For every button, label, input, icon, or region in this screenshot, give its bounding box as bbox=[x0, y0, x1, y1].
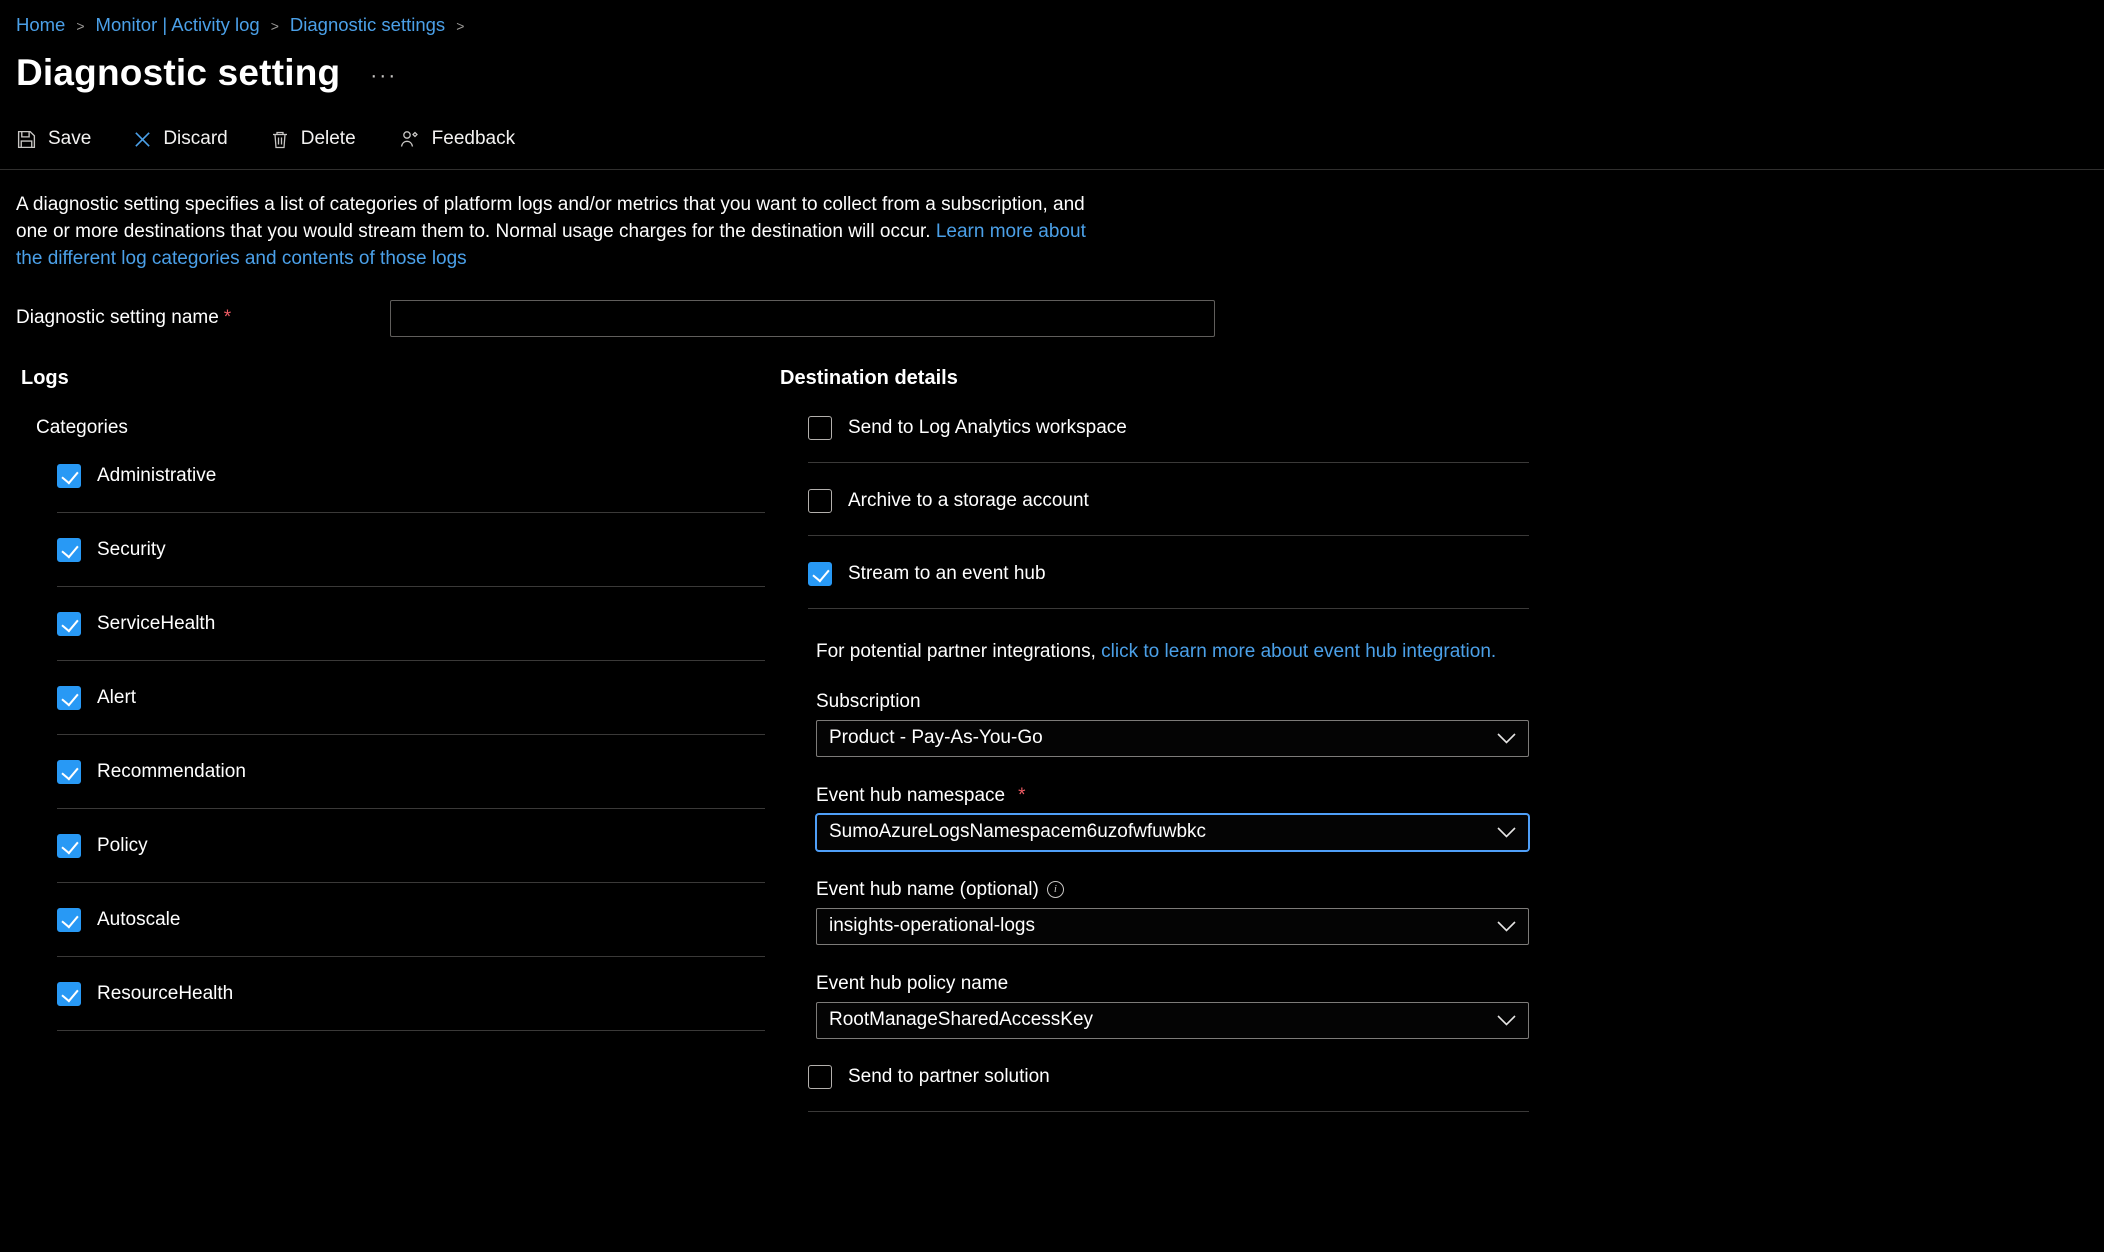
event-hub-namespace-dropdown[interactable]: SumoAzureLogsNamespacem6uzofwfuwbkc bbox=[816, 814, 1529, 851]
checkbox-log-analytics[interactable] bbox=[808, 416, 832, 440]
event-hub-policy-label: Event hub policy name bbox=[816, 973, 1008, 995]
category-label: Administrative bbox=[97, 465, 216, 487]
destination-section: Destination details Send to Log Analytic… bbox=[780, 367, 1570, 1112]
category-row: Administrative bbox=[57, 439, 765, 513]
command-bar: Save Discard Delete Feedback bbox=[16, 128, 2088, 169]
checkbox-partner-solution[interactable] bbox=[808, 1065, 832, 1089]
subscription-label: Subscription bbox=[816, 691, 921, 713]
event-hub-name-value: insights-operational-logs bbox=[829, 915, 1035, 937]
save-label: Save bbox=[48, 128, 91, 150]
category-row: Recommendation bbox=[57, 735, 765, 809]
required-asterisk: * bbox=[1018, 785, 1025, 807]
feedback-button[interactable]: Feedback bbox=[398, 128, 515, 150]
discard-label: Discard bbox=[163, 128, 227, 150]
diagnostic-setting-page: Home > Monitor | Activity log > Diagnost… bbox=[0, 0, 2104, 1112]
breadcrumb-monitor-activity-log[interactable]: Monitor | Activity log bbox=[96, 14, 260, 36]
diagnostic-setting-name-input[interactable] bbox=[390, 300, 1215, 337]
subscription-field: Subscription Product - Pay-As-You-Go bbox=[816, 691, 1529, 757]
category-checkbox-alert[interactable] bbox=[57, 686, 81, 710]
category-row: ResourceHealth bbox=[57, 957, 765, 1031]
trash-icon bbox=[270, 129, 290, 150]
category-label: Security bbox=[97, 539, 166, 561]
destination-option-label: Archive to a storage account bbox=[848, 490, 1089, 512]
breadcrumb: Home > Monitor | Activity log > Diagnost… bbox=[16, 14, 2088, 36]
destination-option-label: Stream to an event hub bbox=[848, 563, 1046, 585]
logs-section: Logs Categories Administrative Security … bbox=[16, 367, 780, 1112]
diagnostic-setting-name-row: Diagnostic setting name* bbox=[16, 300, 2088, 337]
main-columns: Logs Categories Administrative Security … bbox=[16, 367, 2088, 1112]
checkbox-event-hub[interactable] bbox=[808, 562, 832, 586]
category-checkbox-resourcehealth[interactable] bbox=[57, 982, 81, 1006]
event-hub-policy-dropdown[interactable]: RootManageSharedAccessKey bbox=[816, 1002, 1529, 1039]
breadcrumb-separator-icon: > bbox=[76, 18, 84, 34]
category-label: Autoscale bbox=[97, 909, 180, 931]
category-label: Policy bbox=[97, 835, 148, 857]
delete-button[interactable]: Delete bbox=[270, 128, 356, 150]
intro-text: A diagnostic setting specifies a list of… bbox=[16, 192, 1088, 273]
partner-integration-text: For potential partner integrations, clic… bbox=[816, 641, 1529, 663]
category-checkbox-administrative[interactable] bbox=[57, 464, 81, 488]
subscription-value: Product - Pay-As-You-Go bbox=[829, 727, 1043, 749]
info-icon[interactable]: i bbox=[1047, 881, 1064, 898]
event-hub-panel: For potential partner integrations, clic… bbox=[816, 641, 1529, 1039]
destination-option-row: Send to Log Analytics workspace bbox=[808, 416, 1529, 463]
discard-button[interactable]: Discard bbox=[133, 128, 227, 150]
required-asterisk: * bbox=[224, 307, 231, 328]
category-checkbox-autoscale[interactable] bbox=[57, 908, 81, 932]
breadcrumb-separator-icon: > bbox=[271, 18, 279, 34]
breadcrumb-diagnostic-settings[interactable]: Diagnostic settings bbox=[290, 14, 445, 36]
event-hub-name-dropdown[interactable]: insights-operational-logs bbox=[816, 908, 1529, 945]
feedback-label: Feedback bbox=[432, 128, 515, 150]
toolbar-divider bbox=[0, 169, 2104, 170]
destination-option-row: Archive to a storage account bbox=[808, 489, 1529, 536]
save-icon bbox=[16, 129, 37, 150]
destination-option-label: Send to partner solution bbox=[848, 1066, 1050, 1088]
event-hub-policy-field: Event hub policy name RootManageSharedAc… bbox=[816, 973, 1529, 1039]
subscription-dropdown[interactable]: Product - Pay-As-You-Go bbox=[816, 720, 1529, 757]
intro-description: A diagnostic setting specifies a list of… bbox=[16, 194, 1085, 242]
destination-option-row: Send to partner solution bbox=[808, 1065, 1529, 1112]
feedback-person-icon bbox=[398, 129, 421, 149]
category-row: Autoscale bbox=[57, 883, 765, 957]
more-options-icon[interactable]: ··· bbox=[370, 64, 397, 88]
category-row: Alert bbox=[57, 661, 765, 735]
event-hub-namespace-field: Event hub namespace * SumoAzureLogsNames… bbox=[816, 785, 1529, 851]
destination-heading: Destination details bbox=[780, 367, 1570, 390]
category-checkbox-security[interactable] bbox=[57, 538, 81, 562]
delete-label: Delete bbox=[301, 128, 356, 150]
event-hub-namespace-label: Event hub namespace bbox=[816, 785, 1005, 807]
chevron-down-icon bbox=[1497, 921, 1516, 932]
category-checkbox-servicehealth[interactable] bbox=[57, 612, 81, 636]
category-row: Security bbox=[57, 513, 765, 587]
breadcrumb-separator-icon: > bbox=[456, 18, 464, 34]
category-row: ServiceHealth bbox=[57, 587, 765, 661]
event-hub-policy-value: RootManageSharedAccessKey bbox=[829, 1009, 1093, 1031]
categories-subheading: Categories bbox=[16, 417, 780, 439]
event-hub-integration-link[interactable]: click to learn more about event hub inte… bbox=[1101, 641, 1496, 662]
category-label: ServiceHealth bbox=[97, 613, 215, 635]
save-button[interactable]: Save bbox=[16, 128, 91, 150]
page-title: Diagnostic setting bbox=[16, 52, 340, 94]
chevron-down-icon bbox=[1497, 733, 1516, 744]
logs-heading: Logs bbox=[16, 367, 780, 390]
category-list: Administrative Security ServiceHealth Al… bbox=[57, 439, 780, 1031]
title-row: Diagnostic setting ··· bbox=[16, 52, 2088, 94]
event-hub-namespace-value: SumoAzureLogsNamespacem6uzofwfuwbkc bbox=[829, 821, 1206, 843]
event-hub-name-field: Event hub name (optional) i insights-ope… bbox=[816, 879, 1529, 945]
chevron-down-icon bbox=[1497, 1015, 1516, 1026]
category-label: Alert bbox=[97, 687, 136, 709]
chevron-down-icon bbox=[1497, 827, 1516, 838]
category-checkbox-policy[interactable] bbox=[57, 834, 81, 858]
category-row: Policy bbox=[57, 809, 765, 883]
destination-option-row: Stream to an event hub bbox=[808, 562, 1529, 609]
destination-option-label: Send to Log Analytics workspace bbox=[848, 417, 1127, 439]
category-label: Recommendation bbox=[97, 761, 246, 783]
checkbox-storage-account[interactable] bbox=[808, 489, 832, 513]
category-checkbox-recommendation[interactable] bbox=[57, 760, 81, 784]
category-label: ResourceHealth bbox=[97, 983, 233, 1005]
diagnostic-setting-name-label: Diagnostic setting name* bbox=[16, 307, 390, 329]
discard-x-icon bbox=[133, 130, 152, 149]
event-hub-name-label: Event hub name (optional) bbox=[816, 879, 1039, 901]
breadcrumb-home[interactable]: Home bbox=[16, 14, 65, 36]
